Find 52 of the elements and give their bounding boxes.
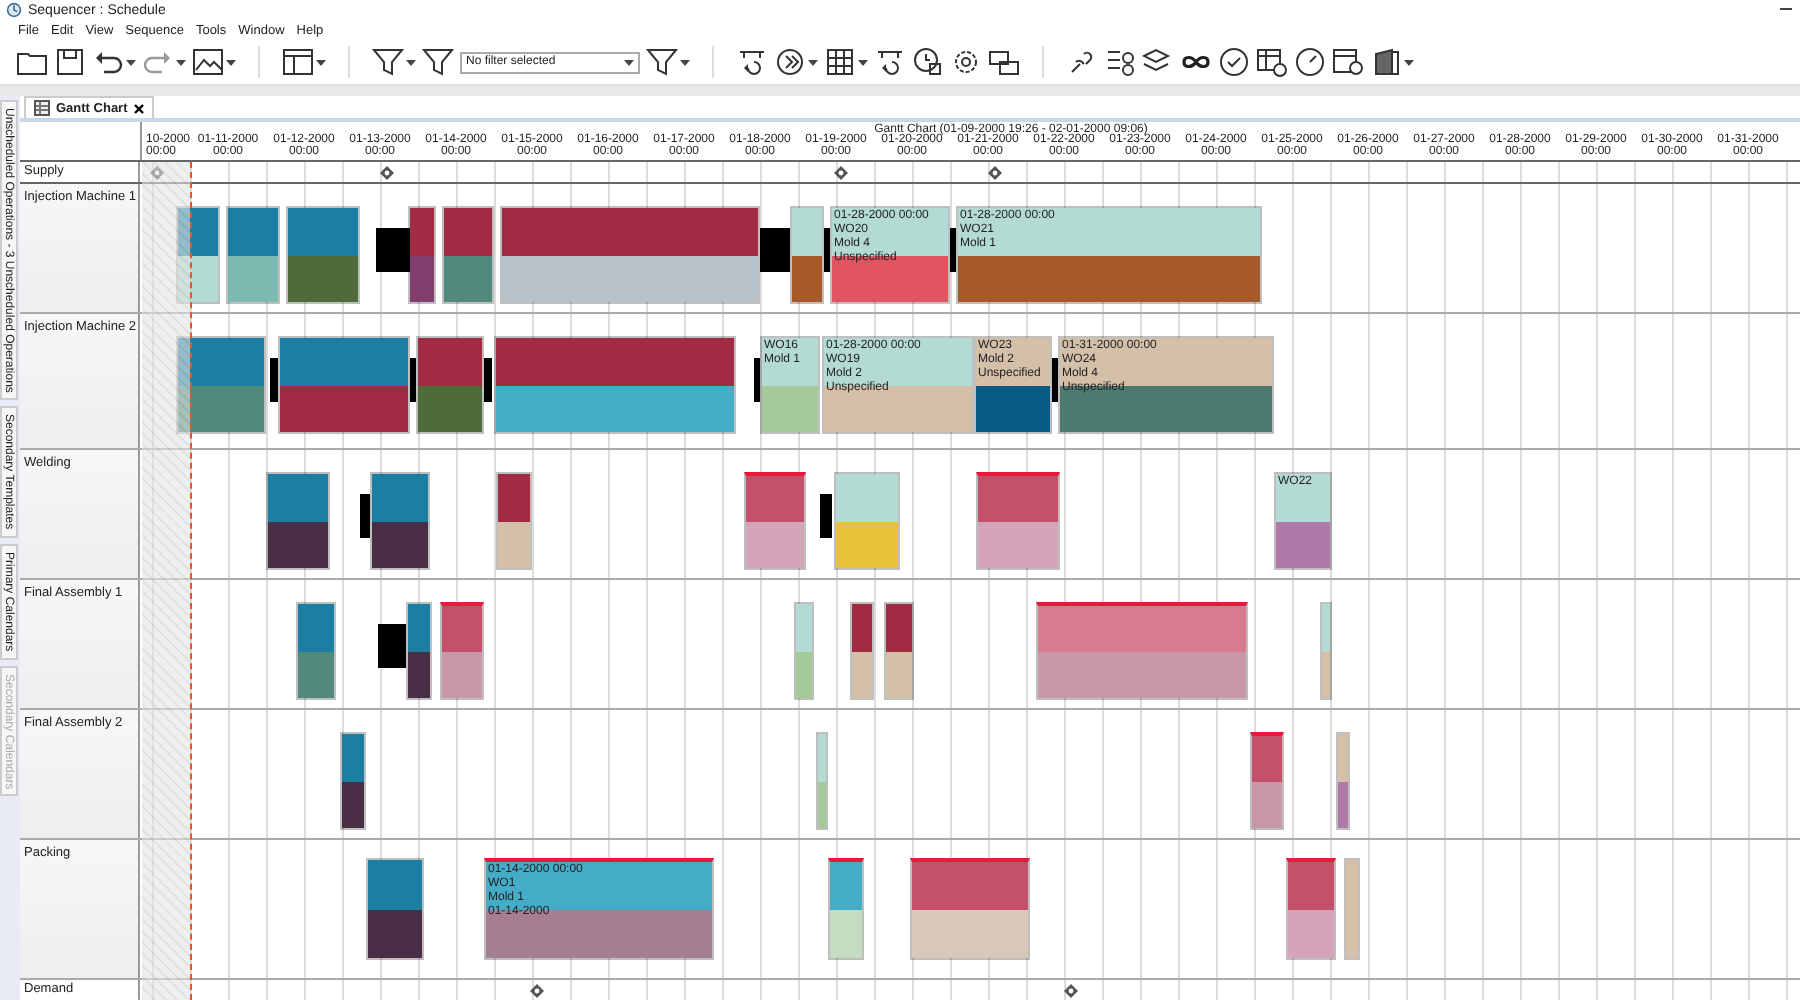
list-icon[interactable] <box>1104 46 1136 78</box>
diamond-marker-icon[interactable] <box>379 165 393 179</box>
caret-icon[interactable] <box>126 59 136 65</box>
changeover-block <box>754 358 760 402</box>
gear-icon[interactable] <box>950 46 982 78</box>
diamond-marker-icon[interactable] <box>529 983 543 997</box>
diamond-marker-icon[interactable] <box>987 165 1001 179</box>
calendar-clock-icon[interactable] <box>1332 46 1364 78</box>
bracket-arrow-icon[interactable] <box>874 46 906 78</box>
picture-icon[interactable] <box>192 46 224 78</box>
caret-icon <box>624 59 634 65</box>
changeover-block <box>824 228 830 272</box>
table-check-icon[interactable] <box>1256 46 1288 78</box>
bracket-arrow-icon[interactable] <box>736 46 768 78</box>
app-icon <box>6 2 22 18</box>
filter-edit-icon[interactable] <box>372 46 404 78</box>
caret-icon[interactable] <box>226 59 236 65</box>
grid-icon[interactable] <box>824 46 856 78</box>
changeover-block <box>760 228 790 272</box>
caret-icon[interactable] <box>176 59 186 65</box>
changeover-block <box>820 494 832 538</box>
clock-lock-icon[interactable] <box>912 46 944 78</box>
document-icon[interactable] <box>1370 46 1402 78</box>
link-icon[interactable] <box>1066 46 1098 78</box>
filter-settings-icon[interactable] <box>646 46 678 78</box>
changeover-block <box>360 494 370 538</box>
caret-icon[interactable] <box>1404 59 1414 65</box>
caret-icon[interactable] <box>858 59 868 65</box>
changeover-block <box>376 228 410 272</box>
diamond-marker-icon[interactable] <box>1063 983 1077 997</box>
gauge-icon[interactable] <box>1294 46 1326 78</box>
caret-icon[interactable] <box>808 59 818 65</box>
changeover-block <box>378 624 406 668</box>
layout-icon[interactable] <box>282 46 314 78</box>
changeover-block <box>950 228 956 272</box>
shapes-icon[interactable] <box>988 46 1020 78</box>
caret-icon[interactable] <box>406 59 416 65</box>
checkmark-icon[interactable] <box>1218 46 1250 78</box>
diamond-marker-icon[interactable] <box>149 165 163 179</box>
minimize-icon[interactable] <box>1780 8 1792 12</box>
caret-icon[interactable] <box>680 59 690 65</box>
filter-icon[interactable] <box>422 46 454 78</box>
changeover-block <box>270 358 278 402</box>
changeover-block <box>410 358 416 402</box>
save-icon[interactable] <box>54 46 86 78</box>
chart-icon <box>34 100 50 116</box>
diamond-marker-icon[interactable] <box>833 165 847 179</box>
caret-icon[interactable] <box>316 59 326 65</box>
fast-forward-icon[interactable] <box>774 46 806 78</box>
close-icon[interactable] <box>133 103 144 113</box>
changeover-block <box>1052 358 1058 402</box>
changeover-block <box>484 358 492 402</box>
